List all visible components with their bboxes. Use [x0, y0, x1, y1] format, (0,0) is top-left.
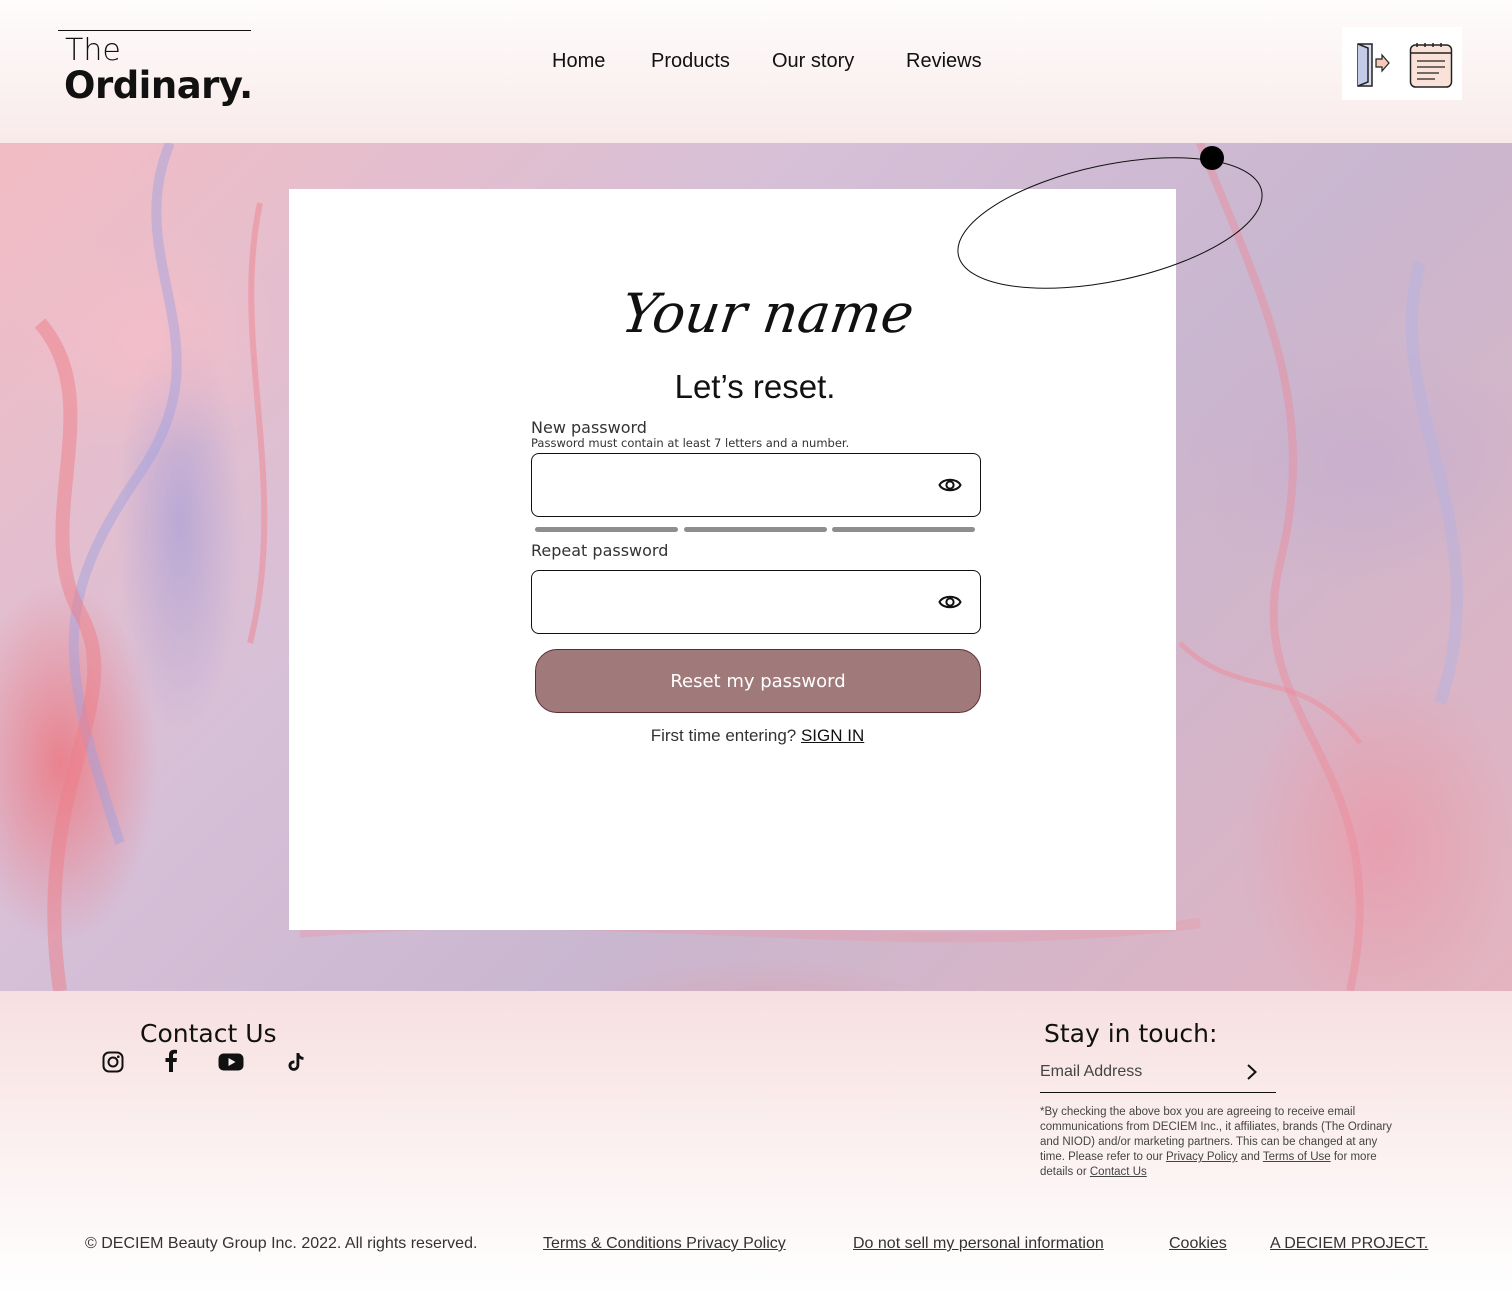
signin-link[interactable]: SIGN IN — [801, 726, 864, 745]
repeat-password-field — [531, 570, 981, 634]
orbit-decoration — [957, 146, 1263, 289]
newsletter-email-input[interactable] — [1040, 1058, 1230, 1086]
consent-privacy-link[interactable]: Privacy Policy — [1166, 1151, 1238, 1163]
stay-in-touch-title: Stay in touch: — [1044, 1019, 1218, 1048]
script-title: Your name — [618, 274, 918, 358]
legal-bar: © DECIEM Beauty Group Inc. 2022. All rig… — [0, 1234, 1512, 1256]
repeat-password-label: Repeat password — [531, 541, 669, 560]
youtube-icon[interactable] — [218, 1052, 244, 1072]
do-not-sell-link[interactable]: Do not sell my personal information — [853, 1234, 1104, 1254]
newsletter-consent: *By checking the above box you are agree… — [1040, 1105, 1400, 1180]
login-door-icon[interactable] — [1354, 41, 1392, 89]
newsletter-form — [1040, 1058, 1276, 1093]
contact-title: Contact Us — [140, 1019, 277, 1048]
signin-prompt-text: First time entering? — [650, 726, 797, 745]
tiktok-icon[interactable] — [287, 1052, 305, 1072]
show-repeat-password-icon[interactable] — [938, 592, 962, 612]
instagram-icon[interactable] — [102, 1051, 124, 1073]
repeat-password-input[interactable] — [546, 583, 926, 621]
show-password-icon[interactable] — [938, 475, 962, 495]
strength-bar-2 — [684, 527, 827, 532]
copyright-text: © DECIEM Beauty Group Inc. 2022. All rig… — [85, 1235, 478, 1252]
script-title-text: Your name — [617, 282, 918, 345]
consent-contact-link[interactable]: Contact Us — [1090, 1166, 1147, 1178]
nav-home[interactable]: Home — [552, 48, 605, 74]
strength-bar-1 — [535, 527, 678, 532]
new-password-label: New password — [531, 418, 647, 437]
consent-and: and — [1240, 1151, 1260, 1163]
main-nav: Home Products Our story Reviews — [0, 48, 1512, 78]
site-header: The Ordinary. Home Products Our story Re… — [0, 0, 1512, 143]
header-icon-group — [1342, 27, 1462, 100]
nav-reviews[interactable]: Reviews — [906, 48, 982, 74]
facebook-icon[interactable] — [164, 1049, 178, 1073]
deciem-project-link[interactable]: A DECIEM PROJECT. — [1270, 1234, 1428, 1254]
signin-prompt: First time entering? SIGN IN — [0, 725, 1512, 747]
reset-heading: Let’s reset. — [674, 368, 836, 405]
nav-products[interactable]: Products — [651, 48, 730, 74]
new-password-field — [531, 453, 981, 517]
cookies-link[interactable]: Cookies — [1169, 1234, 1227, 1254]
password-hint: Password must contain at least 7 letters… — [531, 436, 850, 450]
chevron-right-icon[interactable] — [1246, 1063, 1258, 1081]
nav-our-story[interactable]: Our story — [772, 48, 854, 74]
consent-terms-link[interactable]: Terms of Use — [1263, 1151, 1331, 1163]
reset-password-button[interactable]: Reset my password — [535, 649, 981, 713]
strength-bar-3 — [832, 527, 975, 532]
terms-privacy-link[interactable]: Terms & Conditions Privacy Policy — [543, 1234, 786, 1254]
order-list-icon[interactable] — [1409, 42, 1453, 88]
logo-rule — [58, 30, 251, 31]
new-password-input[interactable] — [546, 466, 926, 504]
